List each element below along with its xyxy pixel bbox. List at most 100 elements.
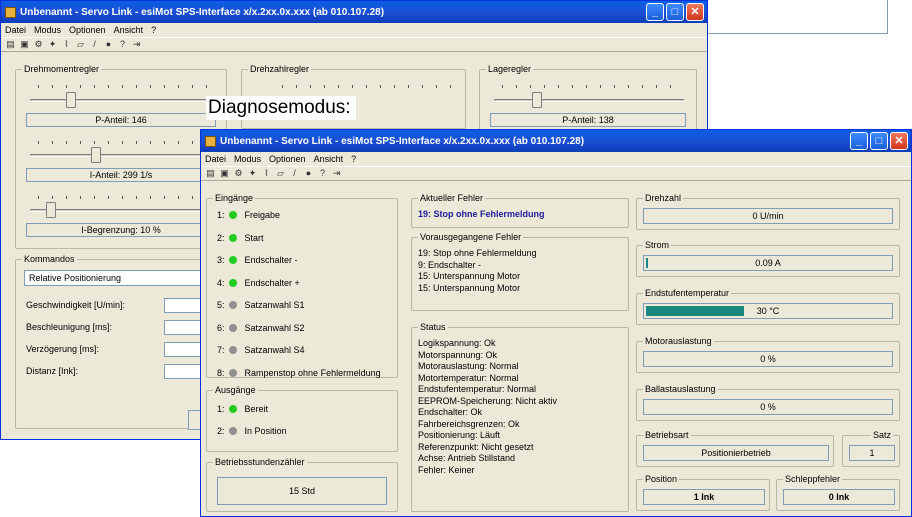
settings-icon[interactable]: ⚙	[233, 168, 244, 179]
temperature-value: 30 °C	[756, 306, 780, 316]
position-control-label: Lageregler	[486, 64, 534, 74]
position-track	[494, 99, 684, 102]
motor-load-group: Motorauslastung 0 %	[636, 336, 900, 373]
open-icon[interactable]: ▤	[205, 168, 216, 179]
front-title-bar: Unbenannt - Servo Link - esiMot SPS-Inte…	[201, 130, 911, 152]
menu-datei[interactable]: Datei	[205, 154, 226, 164]
torque-p-slider[interactable]	[66, 92, 76, 108]
chart-icon[interactable]: ⌇	[61, 39, 72, 50]
ballast-display: 0 %	[643, 399, 893, 415]
status-item: EEPROM-Speicherung: Nicht aktiv	[418, 395, 558, 406]
mode-display: Positionierbetrieb	[643, 445, 829, 461]
input-label: Satzanwahl S1	[244, 300, 305, 310]
menu-optionen[interactable]: Optionen	[69, 25, 106, 35]
status-group-label: Status	[418, 322, 448, 332]
output-label: In Position	[244, 426, 287, 436]
position-ticks	[502, 85, 682, 88]
menu-help[interactable]: ?	[151, 25, 156, 35]
maximize-button[interactable]: □	[666, 3, 684, 21]
position-group-label: Position	[643, 474, 680, 484]
status-item: Endstufentemperatur: Normal	[418, 384, 537, 394]
menu-modus[interactable]: Modus	[34, 25, 61, 35]
chart-icon[interactable]: ⌇	[261, 168, 272, 179]
torque-group: Drehmomentregler P-Anteil: 146 I-Anteil:…	[15, 64, 227, 249]
i-anteil-display: I-Anteil: 299 1/s	[26, 168, 216, 182]
save-icon[interactable]: ▣	[219, 168, 230, 179]
output-label: Bereit	[244, 404, 269, 414]
globe-icon[interactable]: ●	[103, 39, 114, 50]
torque-i-track	[30, 154, 210, 157]
app-icon	[205, 135, 216, 147]
tools-icon[interactable]: ✦	[247, 168, 258, 179]
graph-icon[interactable]: ▱	[75, 39, 86, 50]
previous-errors-group: Vorausgegangene Fehler 19: Stop ohne Feh…	[411, 232, 629, 311]
torque-ib-slider[interactable]	[46, 202, 56, 218]
diagnose-caption: Diagnosemodus:	[206, 96, 356, 120]
previous-error-item: 19: Stop ohne Fehlermeldung	[418, 248, 537, 258]
wand-icon[interactable]: /	[89, 39, 100, 50]
temperature-bar	[646, 306, 745, 316]
menu-optionen[interactable]: Optionen	[269, 154, 306, 164]
position-slider[interactable]	[532, 92, 542, 108]
exit-icon[interactable]: ⇥	[331, 168, 342, 179]
position-group: Position 1 Ink	[636, 474, 770, 511]
minimize-button[interactable]: _	[850, 132, 868, 150]
current-group: Strom 0.09 A	[636, 240, 900, 277]
save-icon[interactable]: ▣	[19, 39, 30, 50]
menu-help[interactable]: ?	[351, 154, 356, 164]
wand-icon[interactable]: /	[289, 168, 300, 179]
globe-icon[interactable]: ●	[303, 168, 314, 179]
current-error-group: Aktueller Fehler 19: Stop ohne Fehlermel…	[411, 193, 629, 228]
command-select[interactable]: Relative Positionierung	[24, 270, 220, 286]
close-button[interactable]: ✕	[686, 3, 704, 21]
app-icon	[5, 6, 16, 18]
mode-group: Betriebsart Positionierbetrieb	[636, 430, 834, 467]
accel-field-label: Beschleunigung [ms]:	[26, 322, 113, 332]
temperature-group: Endstufentemperatur 30 °C	[636, 288, 900, 325]
previous-error-item: 15: Unterspannung Motor	[418, 271, 521, 281]
help-icon[interactable]: ?	[117, 39, 128, 50]
gray-led-icon	[228, 346, 237, 354]
status-item: Motortemperatur: Normal	[418, 372, 519, 383]
input-row: 2: Start	[217, 232, 264, 244]
lag-group: Schleppfehler 0 Ink	[776, 474, 900, 511]
graph-icon[interactable]: ▱	[275, 168, 286, 179]
settings-icon[interactable]: ⚙	[33, 39, 44, 50]
back-title-bar: Unbenannt - Servo Link - esiMot SPS-Inte…	[1, 1, 707, 23]
ballast-label: Ballastauslastung	[643, 384, 718, 394]
previous-error-item: 9: Endschalter -	[418, 259, 482, 270]
gray-led-icon	[228, 301, 237, 309]
output-number: 2:	[217, 426, 225, 436]
tools-icon[interactable]: ✦	[47, 39, 58, 50]
status-item: Fehler: Keiner	[418, 464, 475, 475]
output-row: 2: In Position	[217, 425, 287, 437]
green-led-icon	[228, 233, 237, 242]
input-number: 5:	[217, 300, 225, 310]
torque-p-track	[30, 99, 210, 102]
torque-i-slider[interactable]	[91, 147, 101, 163]
input-number: 2:	[217, 232, 225, 243]
speed-control-label: Drehzahlregler	[248, 64, 312, 74]
previous-error-item: 15: Unterspannung Motor	[418, 282, 521, 293]
menu-datei[interactable]: Datei	[5, 25, 26, 35]
maximize-button[interactable]: □	[870, 132, 888, 150]
help-icon[interactable]: ?	[317, 168, 328, 179]
position-display: 1 Ink	[643, 489, 765, 505]
open-icon[interactable]: ▤	[5, 39, 16, 50]
menu-modus[interactable]: Modus	[234, 154, 261, 164]
front-toolbar: ▤ ▣ ⚙ ✦ ⌇ ▱ / ●? ⇥	[201, 166, 911, 181]
decel-field-label: Verzögerung [ms]:	[26, 344, 100, 354]
exit-icon[interactable]: ⇥	[131, 39, 142, 50]
menu-ansicht[interactable]: Ansicht	[114, 25, 144, 35]
motor-load-label: Motorauslastung	[643, 336, 714, 346]
p-anteil-display: P-Anteil: 146	[26, 113, 216, 127]
input-label: Freigabe	[244, 210, 281, 220]
front-window-title: Unbenannt - Servo Link - esiMot SPS-Inte…	[220, 135, 585, 147]
torque-group-label: Drehmomentregler	[22, 64, 102, 74]
close-button[interactable]: ✕	[890, 132, 908, 150]
back-menu-bar: Datei Modus Optionen Ansicht ?	[1, 23, 707, 37]
status-item: Positionierung: Läuft	[418, 430, 501, 440]
torque-p-ticks	[38, 85, 208, 88]
minimize-button[interactable]: _	[646, 3, 664, 21]
menu-ansicht[interactable]: Ansicht	[314, 154, 344, 164]
